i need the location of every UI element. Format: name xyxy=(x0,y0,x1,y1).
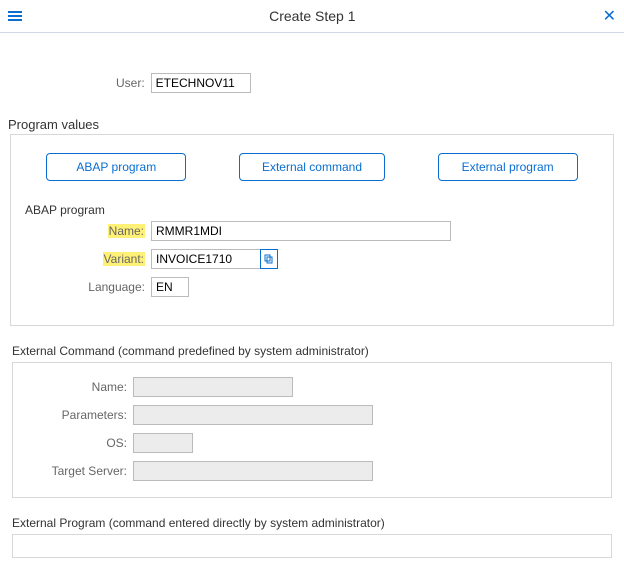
tab-external-program[interactable]: External program xyxy=(438,153,578,181)
abap-language-label: Language: xyxy=(65,280,145,294)
ext-cmd-name-row: Name: xyxy=(27,377,597,397)
user-label: User: xyxy=(116,76,145,90)
abap-name-input[interactable] xyxy=(151,221,451,241)
ext-cmd-target-input xyxy=(133,461,373,481)
abap-language-input[interactable] xyxy=(151,277,189,297)
tab-external-command[interactable]: External command xyxy=(239,153,385,181)
program-values-panel: ABAP program External command External p… xyxy=(10,134,614,326)
abap-fields: Name: Variant: Language: xyxy=(65,221,599,297)
abap-language-row: Language: xyxy=(65,277,599,297)
program-values-title: Program values xyxy=(8,117,618,132)
ext-prog-panel xyxy=(12,534,612,558)
ext-cmd-params-label: Parameters: xyxy=(27,408,127,422)
ext-cmd-panel: Name: Parameters: OS: Target Server: xyxy=(12,362,612,498)
ext-cmd-name-input xyxy=(133,377,293,397)
menu-icon[interactable] xyxy=(8,11,22,21)
tab-abap-program[interactable]: ABAP program xyxy=(46,153,186,181)
abap-variant-row: Variant: xyxy=(65,249,599,269)
user-row: User: xyxy=(116,73,618,93)
abap-variant-label: Variant: xyxy=(103,252,145,266)
dialog-header: Create Step 1 ✕ xyxy=(0,0,624,33)
ext-cmd-target-label: Target Server: xyxy=(27,464,127,478)
abap-name-label: Name: xyxy=(108,224,145,238)
dialog-title: Create Step 1 xyxy=(22,8,603,24)
ext-cmd-os-input xyxy=(133,433,193,453)
value-help-icon[interactable] xyxy=(260,249,278,269)
ext-prog-section-title: External Program (command entered direct… xyxy=(12,516,612,530)
program-type-tabs: ABAP program External command External p… xyxy=(35,153,589,181)
user-input[interactable] xyxy=(151,73,251,93)
ext-cmd-name-label: Name: xyxy=(27,380,127,394)
ext-cmd-params-row: Parameters: xyxy=(27,405,597,425)
ext-cmd-os-label: OS: xyxy=(27,436,127,450)
ext-cmd-target-row: Target Server: xyxy=(27,461,597,481)
abap-variant-input[interactable] xyxy=(151,249,261,269)
close-icon[interactable]: ✕ xyxy=(603,6,616,26)
dialog-body: User: Program values ABAP program Extern… xyxy=(0,33,624,558)
abap-section-title: ABAP program xyxy=(25,203,593,217)
ext-cmd-params-input xyxy=(133,405,373,425)
ext-cmd-section-title: External Command (command predefined by … xyxy=(12,344,612,358)
abap-name-row: Name: xyxy=(65,221,599,241)
ext-cmd-os-row: OS: xyxy=(27,433,597,453)
